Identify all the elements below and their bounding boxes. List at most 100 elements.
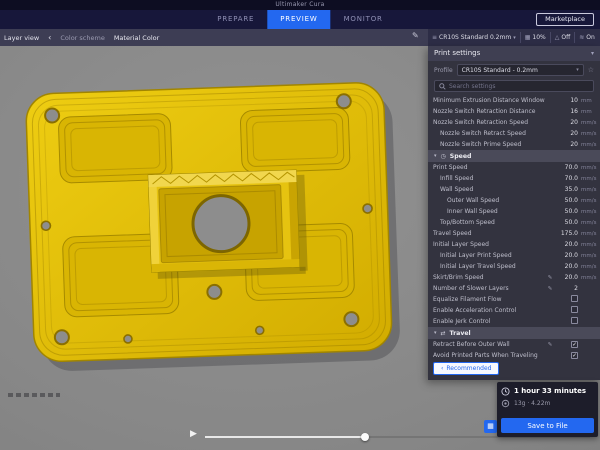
setting-row[interactable]: Equalize Filament Flow (428, 294, 600, 305)
setting-row[interactable]: Number of Slower Layers✎2 (428, 283, 600, 294)
print-setup-summary: ≡ CR10S Standard 0.2mm ▾ ▦ 10% △ Off ≋ O… (428, 29, 600, 46)
stage-tabs: PREPARE PREVIEW MONITOR (204, 10, 395, 29)
infill-chip-label: 10% (532, 34, 545, 41)
setting-row[interactable]: Enable Acceleration Control (428, 305, 600, 316)
search-box[interactable] (434, 80, 594, 92)
setting-unit: mm (578, 109, 595, 115)
pencil-icon[interactable]: ✎ (546, 286, 554, 292)
adhesion-chip[interactable]: ≋ On (575, 34, 599, 41)
setting-value (554, 306, 578, 315)
pencil-icon[interactable]: ✎ (412, 31, 419, 40)
setting-row[interactable]: Print Speed70.0mm/s (428, 162, 600, 173)
preview-stage-icon[interactable]: ▦ (484, 420, 497, 433)
timeline-handle[interactable] (361, 433, 369, 441)
setting-row[interactable]: Travel Speed175.0mm/s (428, 228, 600, 239)
setting-unit: mm/s (578, 131, 595, 137)
setting-label: Retract Before Outer Wall (433, 341, 546, 348)
setting-checkbox[interactable]: ✓ (571, 352, 578, 359)
search-input[interactable] (449, 83, 589, 90)
view-toolbar-left: Layer view ‹ Color scheme Material Color (0, 29, 159, 46)
setting-value[interactable]: 35.0 (554, 186, 578, 193)
setting-checkbox[interactable] (571, 306, 578, 313)
setting-label: Minimum Extrusion Distance Window (433, 97, 546, 104)
setting-row[interactable]: Enable Jerk Control (428, 316, 600, 327)
setting-label: Skirt/Brim Speed (433, 274, 546, 281)
recommended-button[interactable]: ‹ Recommended (433, 362, 499, 375)
infill-chip[interactable]: ▦ 10% (521, 34, 550, 41)
back-icon[interactable]: ‹ (48, 29, 51, 46)
setting-value[interactable]: 20 (554, 119, 578, 126)
setting-row[interactable]: Top/Bottom Speed50.0mm/s (428, 217, 600, 228)
model-3d[interactable] (16, 74, 406, 380)
setting-value[interactable]: 20.0 (554, 274, 578, 281)
setting-label: Number of Slower Layers (433, 285, 546, 292)
print-settings-header[interactable]: Print settings ▾ (428, 46, 600, 61)
setting-row[interactable]: Initial Layer Print Speed20.0mm/s (428, 250, 600, 261)
setting-row[interactable]: Nozzle Switch Retraction Speed20mm/s (428, 117, 600, 128)
setting-label: Inner Wall Speed (433, 208, 546, 215)
save-to-file-button[interactable]: Save to File (501, 418, 594, 433)
profile-chip[interactable]: ≡ CR10S Standard 0.2mm ▾ (428, 34, 520, 41)
setting-value[interactable]: 20 (554, 130, 578, 137)
setting-row[interactable]: Nozzle Switch Prime Speed20mm/s (428, 139, 600, 150)
profile-dropdown[interactable]: CR10S Standard - 0.2mm ▾ (457, 64, 584, 76)
setting-value[interactable]: 50.0 (554, 208, 578, 215)
setting-row[interactable]: Initial Layer Travel Speed20.0mm/s (428, 261, 600, 272)
profile-icon: ≡ (432, 34, 437, 41)
setting-row[interactable]: Minimum Extrusion Distance Window10mm (428, 95, 600, 106)
setting-value[interactable]: 50.0 (554, 219, 578, 226)
setting-value[interactable]: 50.0 (554, 197, 578, 204)
setting-value[interactable]: 20.0 (554, 252, 578, 259)
setting-row[interactable]: Retract Before Outer Wall✎ ✓ (428, 339, 600, 350)
setting-checkbox[interactable] (571, 295, 578, 302)
setting-value[interactable]: 20 (554, 141, 578, 148)
view-mode-dropdown[interactable]: Layer view (4, 34, 39, 42)
setting-value[interactable]: 70.0 (554, 175, 578, 182)
profile-dropdown-value: CR10S Standard - 0.2mm (462, 67, 538, 74)
setting-row[interactable]: Nozzle Switch Retract Speed20mm/s (428, 128, 600, 139)
setting-row[interactable]: Initial Layer Speed20.0mm/s (428, 239, 600, 250)
setting-row[interactable]: Infill Speed70.0mm/s (428, 173, 600, 184)
print-settings-panel: Print settings ▾ Profile CR10S Standard … (428, 46, 600, 380)
setting-row[interactable]: Avoid Printed Parts When Traveling✓ (428, 350, 600, 361)
setting-row[interactable]: Skirt/Brim Speed✎20.0mm/s (428, 272, 600, 283)
clock-icon (501, 387, 510, 396)
setting-value[interactable]: 20.0 (554, 263, 578, 270)
tab-monitor[interactable]: MONITOR (331, 10, 396, 29)
setting-row[interactable]: Inner Wall Speed 50.0mm/s (428, 206, 600, 217)
setting-label: Infill Speed (433, 175, 546, 182)
setting-checkbox[interactable] (571, 317, 578, 324)
profile-chip-label: CR10S Standard 0.2mm (439, 34, 511, 41)
color-scheme-dropdown[interactable]: Material Color (114, 34, 159, 42)
setting-value[interactable]: 175.0 (554, 230, 578, 237)
pencil-icon[interactable]: ✎ (546, 342, 554, 348)
setting-value[interactable]: 16 (554, 108, 578, 115)
setting-row[interactable]: Wall Speed35.0mm/s (428, 184, 600, 195)
setting-unit: mm/s (578, 120, 595, 126)
marketplace-button[interactable]: Marketplace (536, 13, 594, 26)
setting-unit: mm/s (578, 165, 595, 171)
favorite-star-icon[interactable]: ☆ (588, 66, 594, 74)
setting-row[interactable]: Nozzle Switch Retraction Distance16mm (428, 106, 600, 117)
color-scheme-label: Color scheme (60, 34, 104, 42)
setting-value[interactable]: 70.0 (554, 164, 578, 171)
setting-checkbox[interactable]: ✓ (571, 341, 578, 348)
setting-value[interactable]: 10 (554, 97, 578, 104)
setting-label: Enable Acceleration Control (433, 307, 546, 314)
object-list-item[interactable] (8, 393, 60, 397)
section-header-travel[interactable]: ▾⇄Travel (428, 327, 600, 339)
setting-value[interactable]: 2 (554, 285, 578, 292)
cura-app: Ultimaker Cura PREPARE PREVIEW MONITOR M… (0, 0, 600, 450)
tab-prepare[interactable]: PREPARE (204, 10, 267, 29)
setting-value[interactable]: 20.0 (554, 241, 578, 248)
setting-unit: mm/s (578, 209, 595, 215)
play-button[interactable]: ▶ (190, 428, 197, 440)
section-header-speed[interactable]: ▾◷Speed (428, 150, 600, 162)
infill-icon: ▦ (525, 34, 531, 41)
setting-row[interactable]: Outer Wall Speed50.0mm/s (428, 195, 600, 206)
travel-icon: ⇄ (441, 330, 446, 337)
profile-row: Profile CR10S Standard - 0.2mm ▾ ☆ (428, 61, 600, 79)
pencil-icon[interactable]: ✎ (546, 275, 554, 281)
support-chip[interactable]: △ Off (551, 34, 574, 41)
tab-preview[interactable]: PREVIEW (267, 10, 330, 29)
